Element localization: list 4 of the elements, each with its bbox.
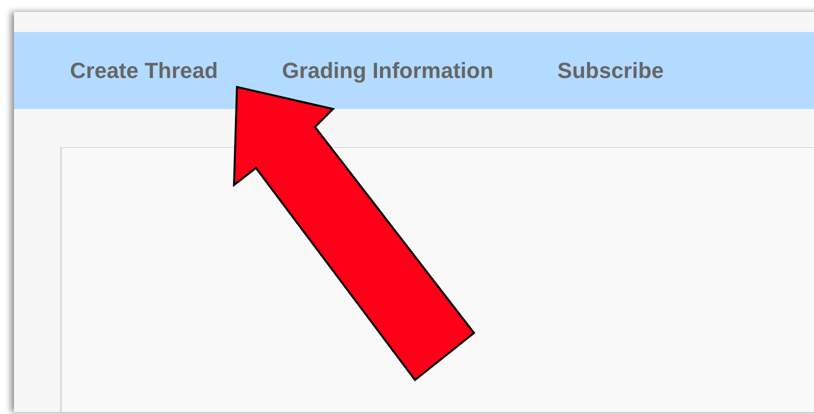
- arrow-icon: [232, 86, 476, 382]
- nav-link[interactable]: Subscribe: [557, 54, 664, 87]
- nav-link[interactable]: Create Thread: [70, 54, 218, 87]
- nav-link[interactable]: Grading Information: [282, 54, 494, 87]
